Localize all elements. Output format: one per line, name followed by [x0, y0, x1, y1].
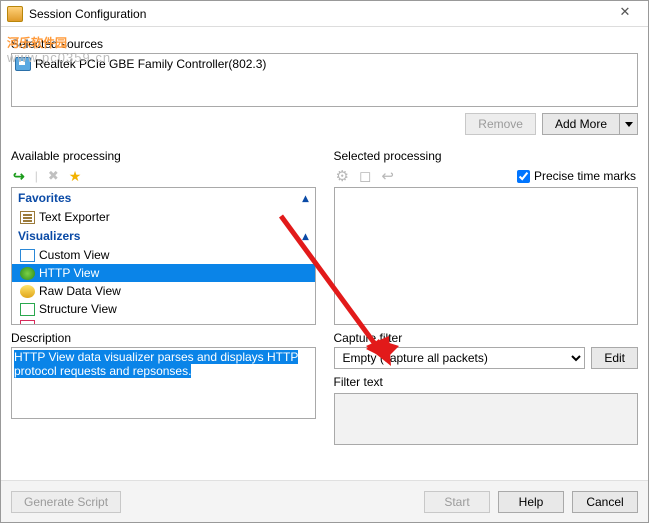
selected-sources-label: Selected sources — [11, 37, 638, 51]
source-row[interactable]: Realtek PCIe GBE Family Controller(802.3… — [15, 57, 634, 71]
http-view-icon — [20, 267, 35, 280]
edit-button[interactable]: Edit — [591, 347, 638, 369]
raw-data-icon — [20, 285, 35, 298]
description-text: HTTP View data visualizer parses and dis… — [14, 350, 298, 378]
source-name: Realtek PCIe GBE Family Controller(802.3… — [35, 57, 266, 71]
back-icon: ↩ — [381, 167, 394, 185]
favorite-icon[interactable]: ★ — [69, 168, 82, 185]
selected-processing-label: Selected processing — [334, 149, 639, 163]
tag-icon: ◻ — [359, 167, 371, 185]
category-favorites[interactable]: Favorites▴ — [12, 188, 315, 208]
app-icon — [7, 6, 23, 22]
add-more-dropdown[interactable] — [620, 113, 638, 135]
filter-text-box — [334, 393, 639, 445]
selected-list[interactable] — [334, 187, 639, 325]
capture-filter-select[interactable]: Empty (capture all packets) — [334, 347, 586, 369]
item-text-exporter[interactable]: Text Exporter — [12, 208, 315, 226]
delete-icon: ✖ — [48, 168, 59, 184]
available-toolbar: ↪ | ✖ ★ — [11, 165, 316, 187]
generate-script-button: Generate Script — [11, 491, 121, 513]
more-icon — [20, 320, 35, 325]
cancel-button[interactable]: Cancel — [572, 491, 638, 513]
sources-list[interactable]: Realtek PCIe GBE Family Controller(802.3… — [11, 53, 638, 107]
item-more[interactable] — [12, 318, 315, 325]
capture-filter-label: Capture filter — [334, 331, 639, 345]
available-list[interactable]: Favorites▴ Text Exporter Visualizers▴ Cu… — [11, 187, 316, 325]
chevron-up-icon: ▴ — [302, 191, 308, 205]
item-raw-data-view[interactable]: Raw Data View — [12, 282, 315, 300]
start-button: Start — [424, 491, 490, 513]
add-icon[interactable]: ↪ — [13, 168, 25, 185]
add-more-button[interactable]: Add More — [542, 113, 638, 135]
description-box[interactable]: HTTP View data visualizer parses and dis… — [11, 347, 316, 419]
item-http-view[interactable]: HTTP View — [12, 264, 315, 282]
available-label: Available processing — [11, 149, 316, 163]
item-custom-view[interactable]: Custom View — [12, 246, 315, 264]
close-button[interactable]: ✕ — [608, 4, 642, 24]
remove-button: Remove — [465, 113, 536, 135]
help-button[interactable]: Help — [498, 491, 564, 513]
gear-icon: ⚙ — [336, 167, 349, 185]
description-label: Description — [11, 331, 316, 345]
filter-text-label: Filter text — [334, 375, 639, 389]
custom-view-icon — [20, 249, 35, 262]
window-title: Session Configuration — [29, 7, 608, 21]
structure-view-icon — [20, 303, 35, 316]
category-visualizers[interactable]: Visualizers▴ — [12, 226, 315, 246]
chevron-up-icon: ▴ — [302, 229, 308, 243]
item-structure-view[interactable]: Structure View — [12, 300, 315, 318]
document-icon — [20, 211, 35, 224]
nic-icon — [15, 57, 31, 71]
precise-time-checkbox[interactable]: Precise time marks — [517, 169, 636, 183]
